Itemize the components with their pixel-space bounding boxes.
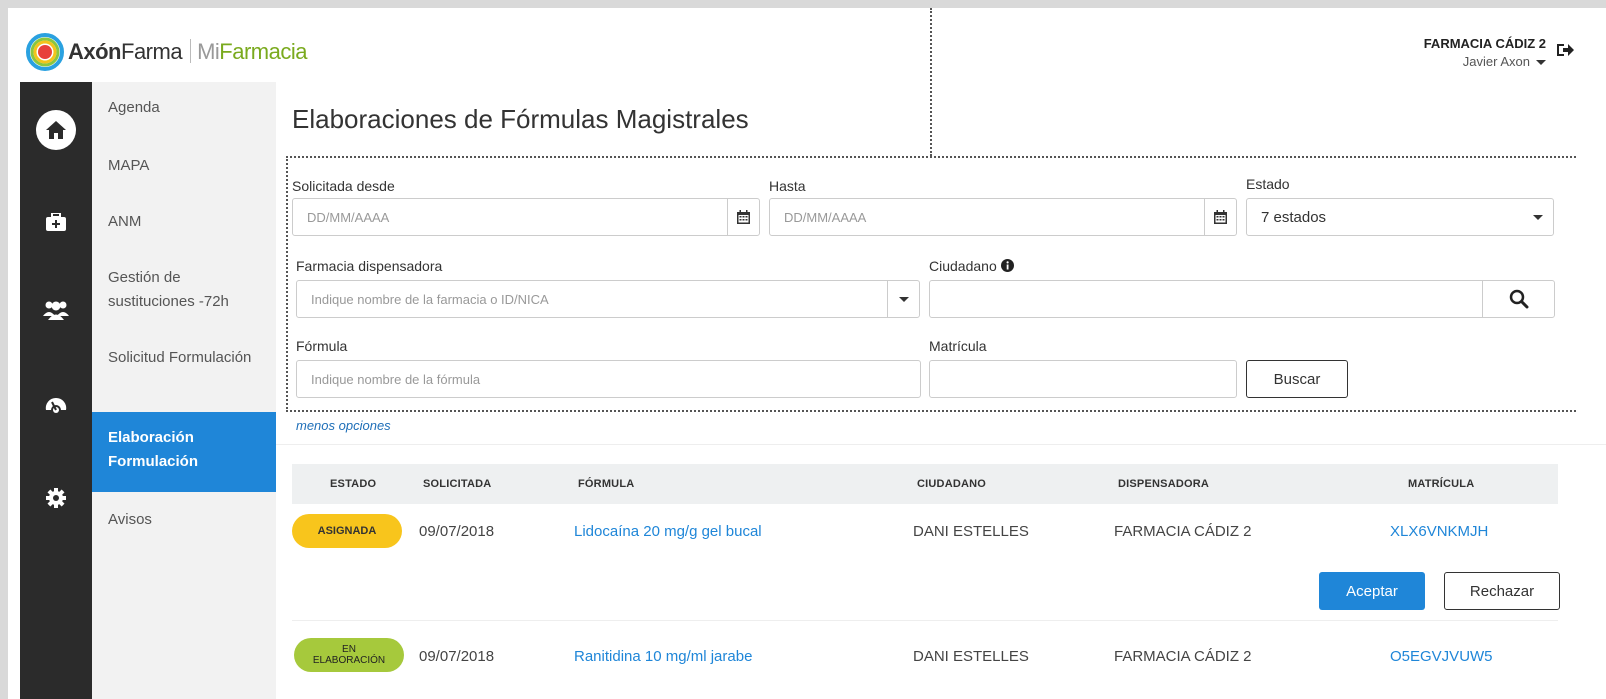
matricula-input[interactable] <box>929 360 1237 398</box>
citizen-input[interactable] <box>929 280 1555 318</box>
user-block: FARMACIA CÁDIZ 2 Javier Axon <box>1424 36 1546 69</box>
menu-item-avisos[interactable]: Avisos <box>92 508 276 532</box>
users-icon <box>43 301 69 320</box>
from-date-placeholder: DD/MM/AAAA <box>307 209 390 225</box>
search-icon <box>1509 289 1528 309</box>
calendar-icon <box>737 210 750 224</box>
formula-placeholder: Indique nombre de la fórmula <box>311 371 481 387</box>
calendar-icon <box>1214 210 1227 224</box>
menu-item-solicitud-formulacion[interactable]: Solicitud Formulación <box>92 346 276 370</box>
rail-dashboard[interactable] <box>20 378 92 434</box>
logout-icon[interactable] <box>1556 42 1574 58</box>
search-button[interactable]: Buscar <box>1246 360 1348 398</box>
app-window: AxónFarma MiFarmacia FARMACIA CÁDIZ 2 Jav… <box>8 8 1606 699</box>
row1-ciudadano: DANI ESTELLES <box>913 523 1029 540</box>
row2-formula-link[interactable]: Ranitidina 10 mg/ml jarabe <box>574 648 752 665</box>
menu-item-elaboracion-formulacion[interactable]: Elaboración Formulación <box>92 412 276 492</box>
table-header: ESTADO SOLICITADA FÓRMULA CIUDADANO DISP… <box>292 464 1558 504</box>
col-dispensadora[interactable]: DISPENSADORA <box>1118 464 1209 504</box>
row2-matricula-link[interactable]: O5EGVJVUW5 <box>1390 648 1493 665</box>
page-title: Elaboraciones de Fórmulas Magistrales <box>292 104 749 134</box>
from-date-label: Solicitada desde <box>292 178 395 194</box>
annotation-line <box>930 8 932 156</box>
dashboard-icon <box>45 397 67 413</box>
icon-rail <box>20 82 92 699</box>
col-formula[interactable]: FÓRMULA <box>578 464 634 504</box>
menu-item-mapa[interactable]: MAPA <box>92 154 276 178</box>
row1-dispensadora: FARMACIA CÁDIZ 2 <box>1114 523 1252 540</box>
gear-icon <box>46 488 66 508</box>
main-content: Elaboraciones de Fórmulas Magistrales So… <box>276 8 1606 699</box>
formula-label: Fórmula <box>296 338 348 354</box>
to-date-input[interactable]: DD/MM/AAAA <box>769 198 1237 236</box>
to-date-placeholder: DD/MM/AAAA <box>784 209 867 225</box>
reject-button[interactable]: Rechazar <box>1444 572 1560 610</box>
brand-name: AxónFarma MiFarmacia <box>68 39 307 64</box>
row2-ciudadano: DANI ESTELLES <box>913 648 1029 665</box>
accept-button[interactable]: Aceptar <box>1319 572 1425 610</box>
user-pharmacy: FARMACIA CÁDIZ 2 <box>1423 36 1546 51</box>
pharmacy-placeholder: Indique nombre de la farmacia o ID/NICA <box>311 291 549 307</box>
status-badge-line1: EN <box>342 644 356 655</box>
chevron-down-icon <box>898 296 909 302</box>
col-estado[interactable]: ESTADO <box>330 464 376 504</box>
citizen-label: Ciudadano <box>929 258 997 274</box>
estado-value: 7 estados <box>1261 208 1327 226</box>
status-badge: EN ELABORACIÓN <box>294 638 404 672</box>
chevron-down-icon <box>1533 215 1543 220</box>
formula-input[interactable]: Indique nombre de la fórmula <box>296 360 921 398</box>
from-date-input[interactable]: DD/MM/AAAA <box>292 198 760 236</box>
user-menu[interactable]: Javier Axon <box>1424 54 1546 69</box>
row1-matricula-link[interactable]: XLX6VNKMJH <box>1390 523 1488 540</box>
row1-solicitada: 09/07/2018 <box>419 523 495 540</box>
row-divider <box>292 620 1558 621</box>
less-options-link[interactable]: menos opciones <box>296 418 391 433</box>
axon-logo-icon <box>26 33 64 71</box>
citizen-label-wrap: Ciudadano <box>929 258 1014 274</box>
row1-formula-link[interactable]: Lidocaína 20 mg/g gel bucal <box>574 523 762 540</box>
rail-users[interactable] <box>20 282 92 338</box>
col-solicitada[interactable]: SOLICITADA <box>423 464 491 504</box>
section-menu: Agenda MAPA ANM Gestión de sustituciones… <box>92 82 276 699</box>
info-icon[interactable] <box>1000 259 1014 272</box>
col-ciudadano[interactable]: CIUDADANO <box>917 464 986 504</box>
matricula-label: Matrícula <box>929 338 987 354</box>
home-icon <box>36 110 76 150</box>
brand-logo[interactable]: AxónFarma MiFarmacia <box>26 32 307 72</box>
divider <box>276 444 1606 445</box>
menu-item-anm[interactable]: ANM <box>92 210 276 234</box>
citizen-search-button[interactable] <box>1482 281 1554 317</box>
row2-solicitada: 09/07/2018 <box>419 648 495 665</box>
rail-home[interactable] <box>20 102 92 158</box>
estado-select[interactable]: 7 estados <box>1246 198 1554 236</box>
estado-label: Estado <box>1246 176 1290 192</box>
pharmacy-label: Farmacia dispensadora <box>296 258 443 274</box>
user-name: Javier Axon <box>1462 54 1530 69</box>
to-date-label: Hasta <box>769 178 806 194</box>
rail-settings[interactable] <box>20 470 92 526</box>
status-badge: ASIGNADA <box>292 514 402 548</box>
medical-kit-icon <box>46 213 66 231</box>
pharmacy-combobox[interactable]: Indique nombre de la farmacia o ID/NICA <box>296 280 920 318</box>
rail-medical[interactable] <box>20 194 92 250</box>
app-header: AxónFarma MiFarmacia FARMACIA CÁDIZ 2 Jav… <box>8 8 1606 80</box>
menu-item-agenda[interactable]: Agenda <box>92 96 276 120</box>
menu-item-sustituciones[interactable]: Gestión de sustituciones -72h <box>92 266 276 314</box>
row2-dispensadora: FARMACIA CÁDIZ 2 <box>1114 648 1252 665</box>
from-date-calendar-button[interactable] <box>727 199 759 235</box>
pharmacy-dropdown-button[interactable] <box>887 281 919 317</box>
col-matricula[interactable]: MATRÍCULA <box>1408 464 1474 504</box>
to-date-calendar-button[interactable] <box>1204 199 1236 235</box>
caret-down-icon <box>1536 60 1546 66</box>
status-badge-line2: ELABORACIÓN <box>312 655 386 666</box>
